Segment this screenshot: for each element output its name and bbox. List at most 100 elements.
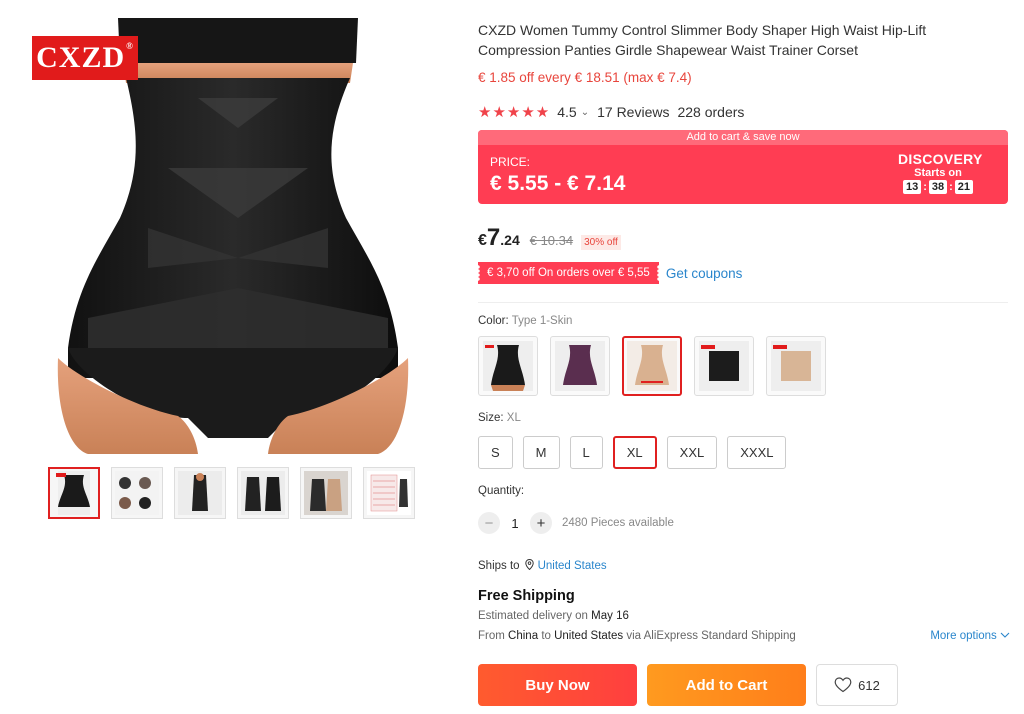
countdown-timer: 13 : 38 : 21	[898, 180, 978, 194]
countdown-seconds: 21	[954, 180, 974, 194]
color-swatch-type1-skin[interactable]	[622, 336, 682, 396]
orders-count: 228 orders	[677, 104, 745, 120]
add-to-cart-button[interactable]: Add to Cart	[647, 664, 806, 706]
store-coupon-row: € 3,70 off On orders over € 5,55 Get cou…	[478, 262, 742, 284]
discovery-countdown: DISCOVERY Starts on 13 : 38 : 21	[898, 151, 983, 194]
size-option-l[interactable]: L	[569, 436, 603, 469]
swatch-3-image	[627, 341, 677, 391]
color-selected-value: Type 1-Skin	[511, 315, 573, 327]
quantity-minus-button[interactable]: −	[478, 512, 500, 534]
current-price: € 7 .24 € 10.34 30% off	[478, 224, 621, 252]
thumbnail-4[interactable]	[237, 467, 289, 519]
store-coupon-badge[interactable]: € 3,70 off On orders over € 5,55	[478, 262, 659, 284]
estimated-delivery: Estimated delivery on May 16	[478, 610, 629, 622]
route-to-word: to	[541, 630, 551, 642]
shipping-route: From China to United States via AliExpre…	[478, 630, 796, 642]
size-options: S M L XL XXL XXXL	[478, 436, 787, 469]
star-rating-icon: ★★★★★	[478, 104, 551, 121]
product-title: CXZD Women Tummy Control Slimmer Body Sh…	[478, 22, 927, 58]
countdown-minutes: 38	[928, 180, 948, 194]
divider	[478, 302, 1008, 303]
discount-badge: 30% off	[581, 235, 621, 250]
size-option-xl[interactable]: XL	[612, 436, 657, 469]
wishlist-count: 612	[858, 677, 880, 693]
size-option-xxl[interactable]: XXL	[666, 436, 718, 469]
size-selected-value: XL	[506, 412, 521, 424]
thumbnail-2-image	[115, 471, 159, 515]
thumbnail-4-image	[241, 471, 285, 515]
discovery-label: DISCOVERY	[898, 151, 983, 167]
thumbnail-1-image	[56, 471, 90, 515]
color-swatch-type2-black[interactable]	[694, 336, 754, 396]
thumbnail-5[interactable]	[300, 467, 352, 519]
color-swatch-type1-purple[interactable]	[550, 336, 610, 396]
swatch-4-image	[699, 341, 749, 391]
route-carrier: via AliExpress Standard Shipping	[626, 630, 796, 642]
thumbnail-3-image	[178, 471, 222, 515]
more-options-text: More options	[930, 630, 997, 642]
thumbnail-1[interactable]	[48, 467, 100, 519]
thumbnail-6[interactable]	[363, 467, 415, 519]
swatch-5-image	[771, 341, 821, 391]
thumbnail-6-image	[367, 471, 411, 515]
size-label: Size: XL	[478, 412, 521, 424]
promo-header: Add to cart & save now	[478, 130, 1008, 145]
quantity-stepper: − 1 + 2480 Pieces available	[478, 512, 674, 534]
route-from-country: China	[508, 630, 539, 642]
chevron-down-icon	[1000, 632, 1010, 638]
thumbnail-strip	[48, 467, 415, 519]
price-integer: 7	[486, 224, 501, 251]
size-option-xxxl[interactable]: XXXL	[727, 436, 787, 469]
registered-mark: ®	[126, 41, 134, 51]
coupon-offer-text[interactable]: € 1.85 off every € 18.51 (max € 7.4)	[478, 70, 692, 85]
wishlist-button[interactable]: 612	[816, 664, 898, 706]
route-from-word: From	[478, 630, 505, 642]
size-option-m[interactable]: M	[522, 436, 560, 469]
ships-to-row: Ships to United States	[478, 558, 607, 573]
est-prefix: Estimated delivery on	[478, 610, 588, 622]
chevron-down-icon[interactable]: ⌄	[581, 107, 589, 118]
countdown-hours: 13	[902, 180, 922, 194]
brand-logo: CXZD ®	[32, 36, 138, 80]
free-shipping-heading: Free Shipping	[478, 588, 575, 604]
promo-price-range: € 5.55 - € 7.14	[490, 172, 626, 195]
color-swatches	[478, 336, 826, 396]
countdown-separator: :	[923, 181, 927, 193]
rating-row: ★★★★★ 4.5 ⌄ 17 Reviews 228 orders	[478, 103, 744, 121]
original-price: € 10.34	[529, 233, 574, 248]
thumbnail-2[interactable]	[111, 467, 163, 519]
ships-to-label: Ships to	[478, 560, 520, 572]
get-coupons-link[interactable]: Get coupons	[666, 266, 743, 281]
countdown-separator: :	[949, 181, 953, 193]
pieces-available: 2480 Pieces available	[562, 517, 674, 529]
buy-now-button[interactable]: Buy Now	[478, 664, 637, 706]
promo-banner[interactable]: Add to cart & save now PRICE: € 5.55 - €…	[478, 130, 1008, 204]
price-decimal: .24	[500, 232, 520, 248]
thumbnail-3[interactable]	[174, 467, 226, 519]
color-swatch-type1-black[interactable]	[478, 336, 538, 396]
location-pin-icon	[524, 558, 534, 573]
purchase-actions: Buy Now Add to Cart 612	[478, 664, 898, 706]
size-option-s[interactable]: S	[478, 436, 513, 469]
swatch-2-image	[555, 341, 605, 391]
product-photo	[57, 18, 409, 454]
heart-icon	[834, 677, 852, 693]
price-currency: €	[478, 232, 487, 249]
brand-logo-text: CXZD	[36, 41, 126, 74]
main-product-image[interactable]: CXZD ®	[28, 18, 438, 454]
quantity-value[interactable]: 1	[500, 516, 530, 531]
reviews-link[interactable]: 17 Reviews	[597, 104, 669, 120]
quantity-plus-button[interactable]: +	[530, 512, 552, 534]
quantity-label: Quantity:	[478, 485, 525, 497]
promo-price-label: PRICE:	[490, 155, 531, 169]
starts-on-label: Starts on	[914, 167, 962, 179]
rating-score[interactable]: 4.5	[557, 104, 576, 120]
est-date: May 16	[591, 610, 629, 622]
more-shipping-options-link[interactable]: More options	[930, 630, 1010, 642]
thumbnail-5-image	[304, 471, 348, 515]
color-swatch-type2-skin[interactable]	[766, 336, 826, 396]
color-label-text: Color:	[478, 315, 509, 327]
swatch-1-image	[483, 341, 533, 391]
color-label: Color: Type 1-Skin	[478, 315, 572, 327]
ship-country-selector[interactable]: United States	[538, 560, 607, 572]
